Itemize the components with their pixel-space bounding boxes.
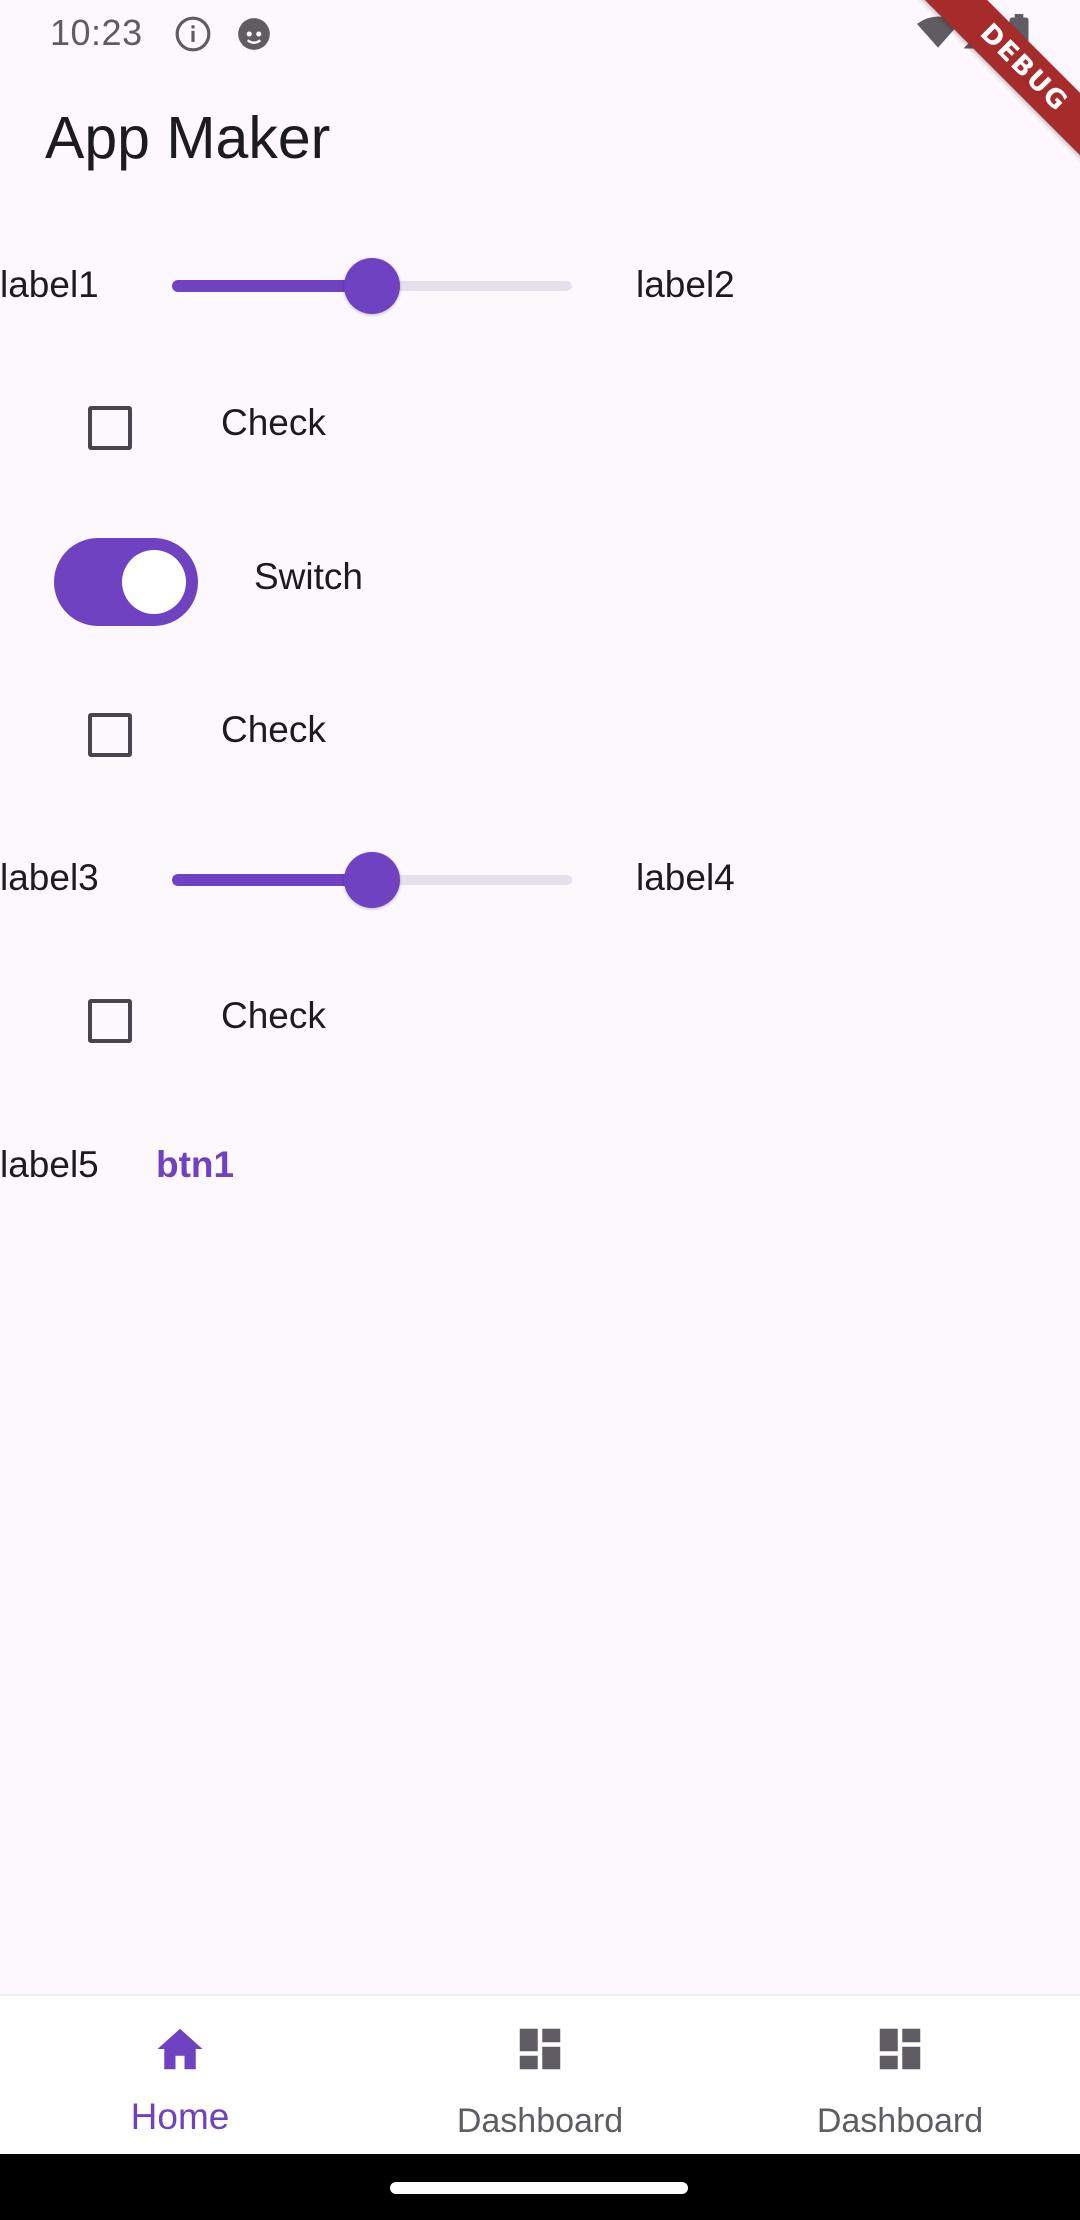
battery-icon (1009, 14, 1029, 52)
nav-label-dashboard-1: Dashboard (456, 2102, 624, 2140)
status-time: 10:23 (50, 12, 143, 53)
nav-item-dashboard-1[interactable]: Dashboard (360, 1996, 720, 2156)
slider1-left-label: label1 (0, 264, 99, 305)
slider1-track-active (172, 280, 372, 292)
slider2-right-label: label4 (636, 857, 735, 898)
slider2-left-label: label3 (0, 857, 99, 898)
slider1-thumb[interactable] (344, 258, 400, 314)
android-face-icon (238, 18, 270, 50)
dashboard-icon (519, 2028, 561, 2070)
toggle-switch[interactable] (54, 538, 198, 626)
home-icon (157, 2028, 203, 2070)
slider2-thumb[interactable] (344, 852, 400, 908)
button-row-label: label5 (0, 1144, 99, 1185)
checkbox-3[interactable] (88, 999, 132, 1043)
slider1-track-inactive (372, 281, 572, 291)
slider2-track-inactive (372, 875, 572, 885)
checkbox-2[interactable] (88, 713, 132, 757)
slider1[interactable] (172, 256, 572, 316)
checkbox-1-label: Check (221, 402, 326, 443)
checkbox-1[interactable] (88, 406, 132, 450)
nav-item-dashboard-2[interactable]: Dashboard (720, 1996, 1080, 2156)
slider1-right-label: label2 (636, 264, 735, 305)
page-title: App Maker (45, 105, 331, 171)
slider2[interactable] (172, 850, 572, 910)
status-bar: 10:23 (0, 0, 1080, 66)
nav-label-dashboard-2: Dashboard (816, 2102, 984, 2140)
dashboard-icon (879, 2028, 921, 2070)
status-icons (860, 0, 1080, 66)
nav-item-home[interactable]: Home (0, 1996, 360, 2156)
wifi-icon (916, 16, 960, 48)
switch-label: Switch (254, 556, 363, 597)
system-navigation-bar (0, 2154, 1080, 2220)
checkbox-2-label: Check (221, 709, 326, 750)
slider2-track-active (172, 874, 372, 886)
signal-icon (964, 14, 999, 49)
toggle-switch-thumb (122, 550, 186, 614)
checkbox-3-label: Check (221, 995, 326, 1036)
nav-label-home: Home (130, 2096, 230, 2137)
bottom-navigation: Home Dashboard Dashboard (0, 1994, 1080, 2156)
home-gesture-handle[interactable] (390, 2182, 688, 2194)
btn1-button[interactable]: btn1 (156, 1144, 234, 1186)
info-icon (175, 16, 211, 52)
